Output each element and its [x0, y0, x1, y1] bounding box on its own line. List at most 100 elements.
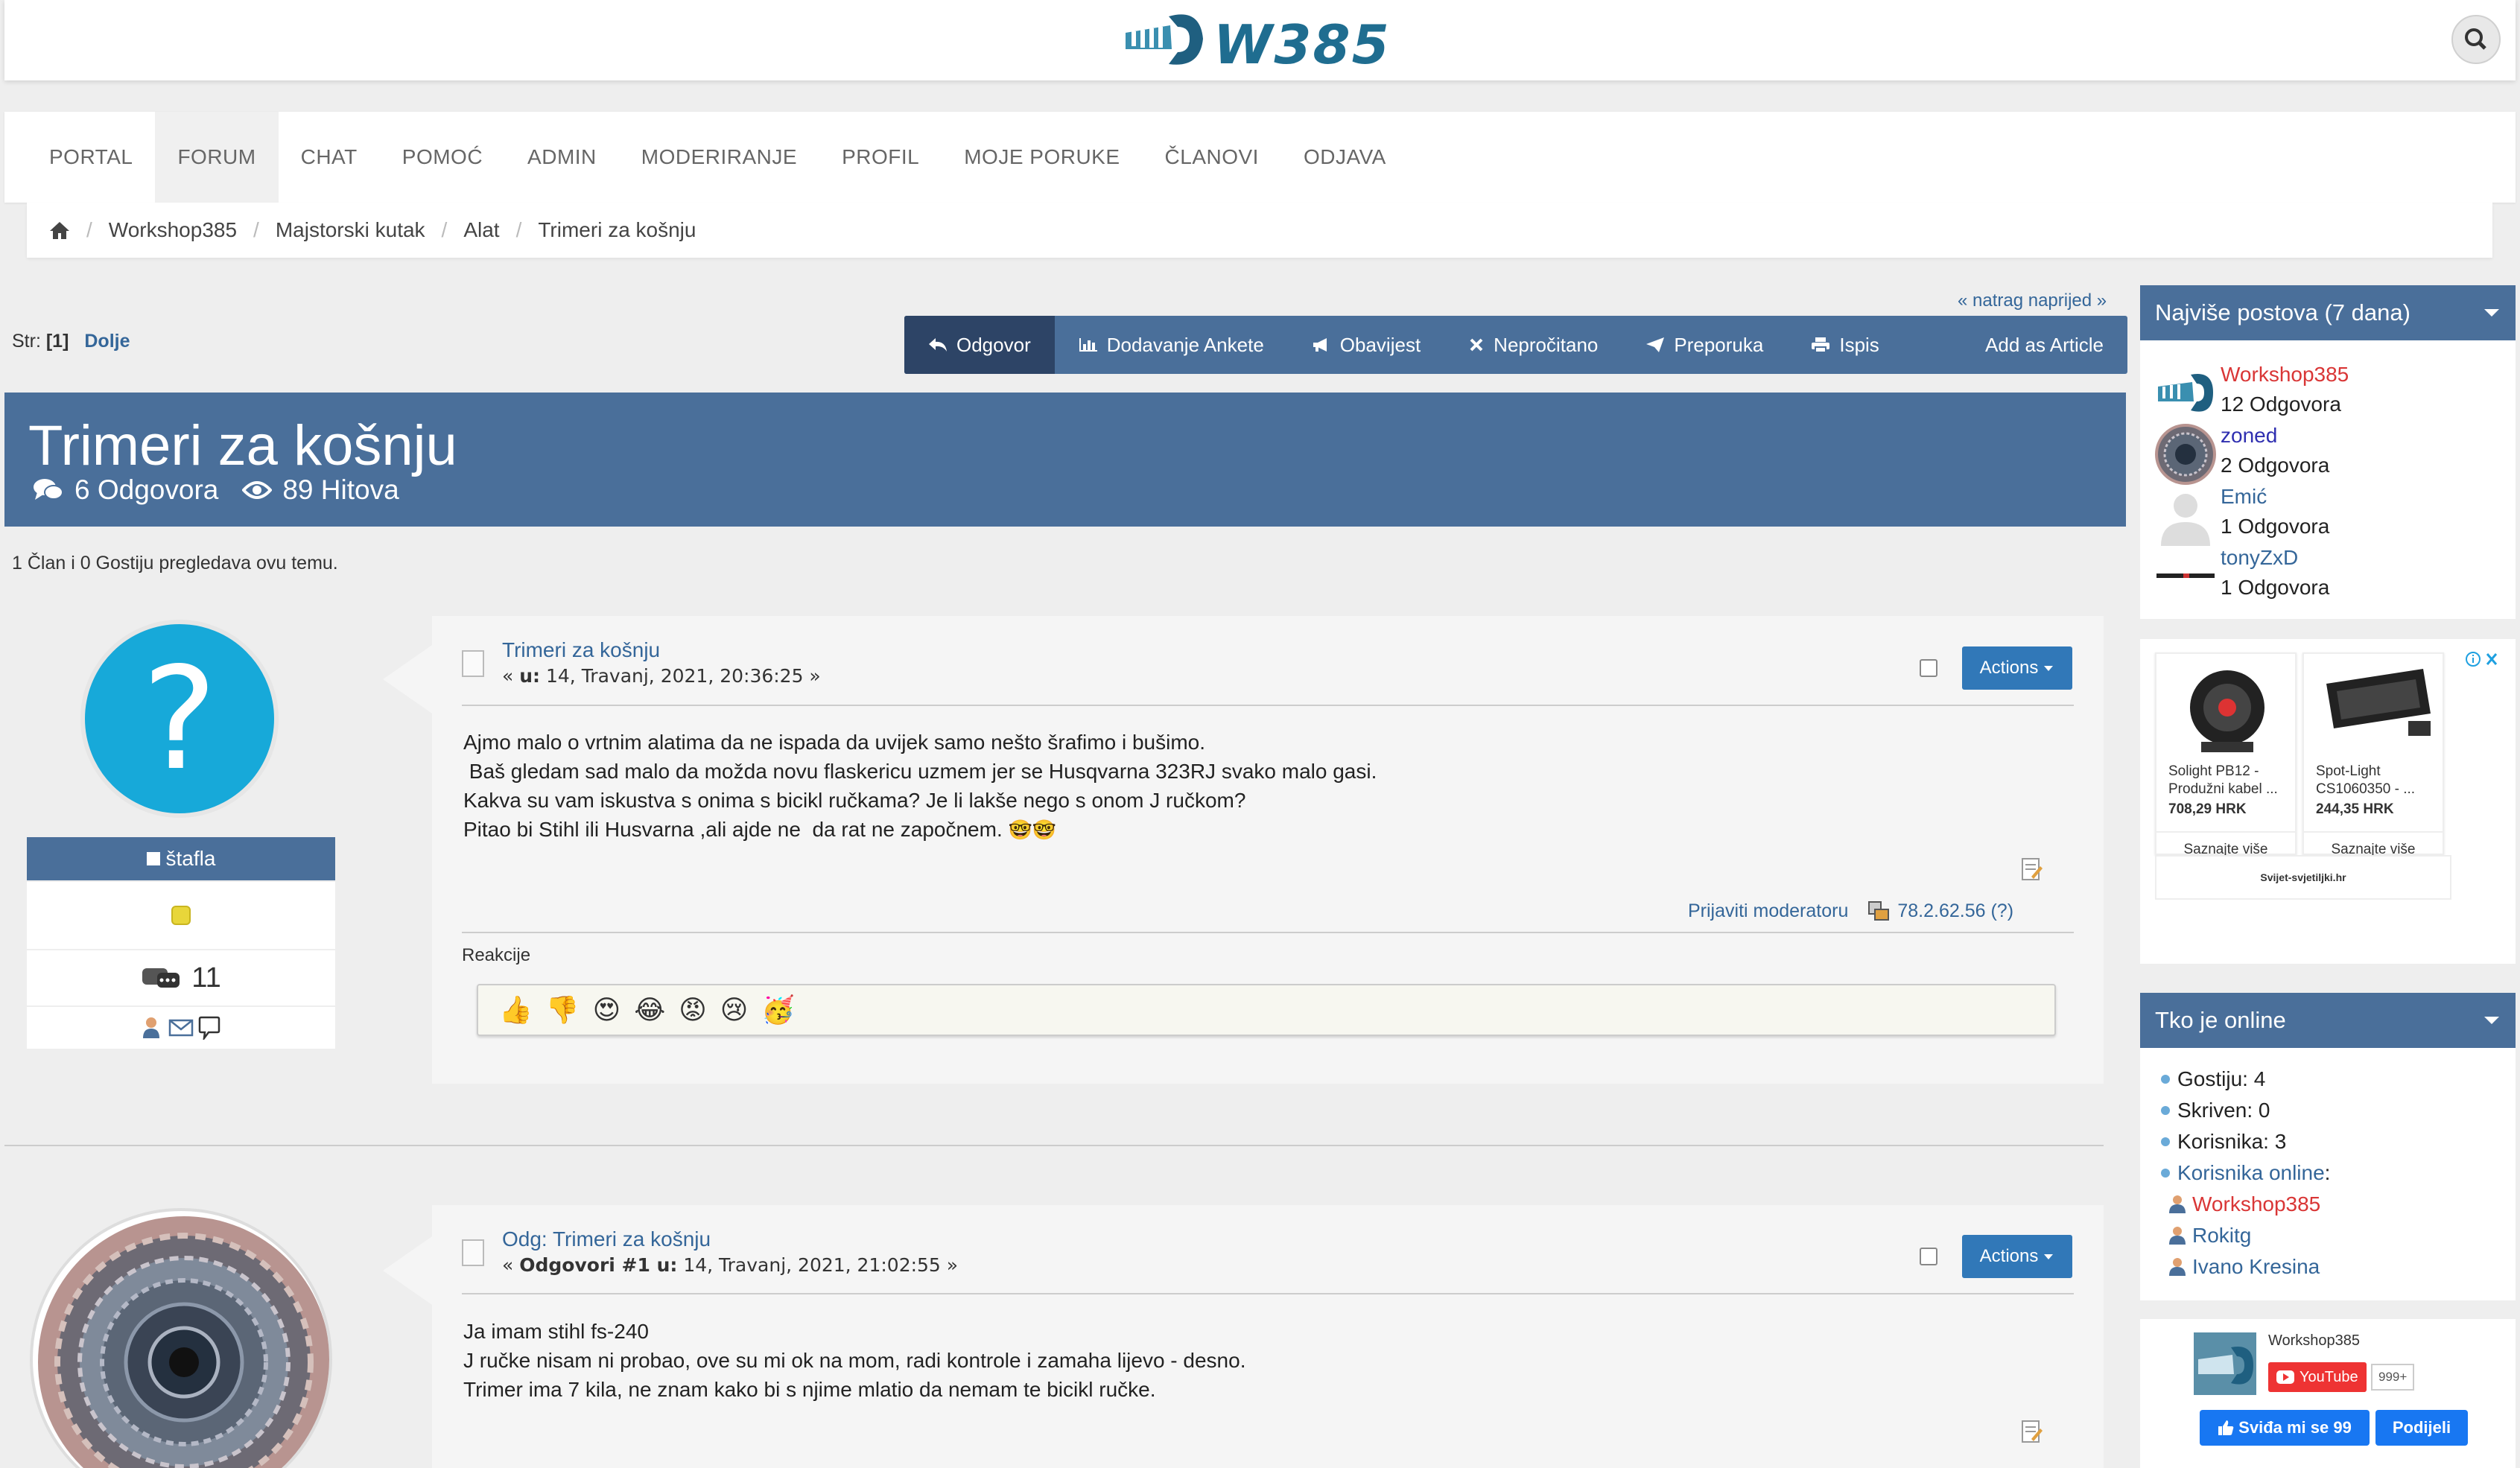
reaction-laugh[interactable]: 😂	[634, 995, 665, 1026]
question-mark-icon: ?	[142, 636, 218, 801]
facebook-share-button[interactable]: Podijeli	[2375, 1410, 2468, 1446]
breadcrumb-workshop385[interactable]: Workshop385	[109, 218, 237, 242]
ad-item[interactable]: Solight PB12 - Produžni kabel ... 708,29…	[2155, 652, 2297, 857]
actions-button[interactable]: Actions	[1962, 646, 2072, 690]
workshop-logo-avatar	[2158, 374, 2213, 412]
menu-item-moderiranje[interactable]: MODERIRANJE	[619, 112, 819, 203]
comments-icon	[34, 479, 63, 500]
avatar[interactable]	[30, 1208, 332, 1468]
post-pointer	[383, 645, 432, 714]
post-body: Ajmo malo o vrtnim alatima da ne ispada …	[463, 731, 1377, 842]
online-users-label: Korisnika online:	[2161, 1161, 2330, 1185]
post-separator	[4, 1145, 2104, 1146]
collapse-icon[interactable]	[2484, 1017, 2499, 1024]
smiley-emoji: 🤓🤓	[1008, 819, 1057, 842]
top-posters-header[interactable]: Najviše postova (7 dana)	[2140, 285, 2516, 340]
add-poll-button[interactable]: Dodavanje Ankete	[1055, 316, 1288, 374]
select-post-checkbox[interactable]	[1920, 1248, 1937, 1265]
mark-unread-button[interactable]: Nepročitano	[1444, 316, 1622, 374]
ad-info-close-icon[interactable]	[2465, 649, 2501, 669]
avatar[interactable]: ?	[80, 620, 279, 818]
menu-item-profil[interactable]: PROFIL	[819, 112, 942, 203]
top-poster-count: 1 Odgovora	[2221, 515, 2330, 538]
rank-star-icon	[171, 906, 191, 925]
menu-item-odjava[interactable]: ODJAVA	[1281, 112, 1409, 203]
menu-item-chat[interactable]: CHAT	[279, 112, 380, 203]
online-user[interactable]: Ivano Kresina	[2168, 1255, 2320, 1279]
notify-button[interactable]: Obavijest	[1288, 316, 1444, 374]
collapse-icon[interactable]	[2484, 309, 2499, 317]
reaction-sad[interactable]: 😢	[720, 995, 749, 1026]
modify-icon[interactable]	[2021, 1420, 2043, 1443]
reaction-party[interactable]: 🥳	[761, 994, 795, 1026]
menu-item-portal[interactable]: PORTAL	[27, 112, 155, 203]
ad-item[interactable]: Spot-Light CS1060350 - ... 244,35 HRK Sa…	[2302, 652, 2444, 857]
channel-name[interactable]: Workshop385	[2268, 1332, 2360, 1350]
topic-title: Trimeri za košnju	[28, 414, 457, 477]
pm-icon[interactable]	[198, 1016, 220, 1040]
top-posters-panel: Najviše postova (7 dana) Workshop385 12 …	[2140, 285, 2516, 619]
ad-brand-logo[interactable]: Svijet-svjetiljki.hr	[2155, 855, 2451, 900]
add-as-article-button[interactable]: Add as Article	[1961, 316, 2127, 374]
facebook-like-button[interactable]: Sviđa mi se 99	[2200, 1410, 2370, 1446]
menu-item-forum[interactable]: FORUM	[155, 112, 279, 203]
topic-header: Trimeri za košnju 6 Odgovora 89 Hitova	[4, 393, 2126, 527]
report-moderator-link[interactable]: Prijaviti moderatoru	[1688, 900, 1848, 922]
go-down-link[interactable]: Dolje	[84, 331, 130, 352]
reaction-dislike[interactable]: 👎	[546, 994, 580, 1026]
reaction-love[interactable]: 😍	[593, 995, 621, 1026]
online-user[interactable]: Rokitg	[2168, 1224, 2251, 1248]
thumbs-up-icon	[2218, 1420, 2234, 1435]
page-links: Str: [1] Dolje	[12, 331, 130, 352]
modify-icon[interactable]	[2021, 857, 2043, 881]
user-icon	[2169, 1195, 2186, 1213]
channel-logo-avatar[interactable]	[2194, 1332, 2256, 1395]
top-poster-name[interactable]: Emić	[2221, 485, 2267, 508]
online-user[interactable]: Workshop385	[2168, 1192, 2320, 1216]
cassette-avatar-icon	[38, 1216, 329, 1468]
menu-item-pomoc[interactable]: POMOĆ	[380, 112, 505, 203]
breadcrumb-alat[interactable]: Alat	[463, 218, 499, 242]
site-logo[interactable]: W385	[1126, 10, 1394, 76]
posts-count-icon	[142, 968, 180, 988]
recommend-button[interactable]: Preporuka	[1622, 316, 1787, 374]
caret-down-icon	[2044, 1254, 2054, 1259]
print-button[interactable]: Ispis	[1787, 316, 1902, 374]
who-is-online-header[interactable]: Tko je online	[2140, 993, 2516, 1048]
bar-chart-icon	[1079, 338, 1097, 352]
current-page: [1]	[45, 331, 69, 352]
zoned-avatar	[2155, 424, 2216, 485]
youtube-icon	[2276, 1370, 2294, 1384]
reaction-angry[interactable]: 😡	[679, 995, 707, 1026]
prev-next-link[interactable]: « natrag naprijed »	[1958, 290, 2107, 311]
actions-button[interactable]: Actions	[1962, 1235, 2072, 1278]
menu-item-admin[interactable]: ADMIN	[505, 112, 619, 203]
print-icon	[1812, 337, 1830, 353]
menu-item-clanovi[interactable]: ČLANOVI	[1143, 112, 1281, 203]
top-poster-name[interactable]: Workshop385	[2221, 363, 2349, 386]
megaphone-icon	[1313, 338, 1327, 352]
email-icon[interactable]	[168, 1017, 194, 1038]
reply-button[interactable]: Odgovor	[904, 316, 1055, 374]
home-icon[interactable]	[49, 220, 70, 240]
breadcrumb-majstorski-kutak[interactable]: Majstorski kutak	[276, 218, 425, 242]
post-subject[interactable]: Trimeri za košnju	[502, 638, 821, 662]
search-button[interactable]	[2451, 15, 2501, 64]
breadcrumb-current-topic[interactable]: Trimeri za košnju	[538, 218, 696, 242]
top-poster-count: 2 Odgovora	[2221, 454, 2330, 477]
menu-item-moje-poruke[interactable]: MOJE PORUKE	[942, 112, 1142, 203]
select-post-checkbox[interactable]	[1920, 659, 1937, 677]
post-meta: « Odgovori #1 u: 14, Travanj, 2021, 21:0…	[502, 1254, 959, 1276]
ip-address-link[interactable]: 78.2.62.56 (?)	[1897, 900, 2013, 922]
poster-name[interactable]: štafla	[27, 837, 335, 880]
profile-icon[interactable]	[142, 1016, 164, 1040]
post-subject[interactable]: Odg: Trimeri za košnju	[502, 1227, 958, 1251]
ad-panel: Solight PB12 - Produžni kabel ... 708,29…	[2140, 639, 2516, 964]
online-stat-users: Korisnika: 3	[2161, 1130, 2286, 1154]
top-poster-item: tonyZxD 1 Odgovora	[2155, 546, 2329, 607]
youtube-subscribe-button[interactable]: YouTube	[2268, 1362, 2367, 1392]
topic-button-list: Odgovor Dodavanje Ankete Obavijest Nepro…	[904, 316, 2127, 374]
top-poster-name[interactable]: zoned	[2221, 424, 2277, 447]
reaction-like[interactable]: 👍	[499, 994, 533, 1026]
top-poster-name[interactable]: tonyZxD	[2221, 546, 2298, 569]
